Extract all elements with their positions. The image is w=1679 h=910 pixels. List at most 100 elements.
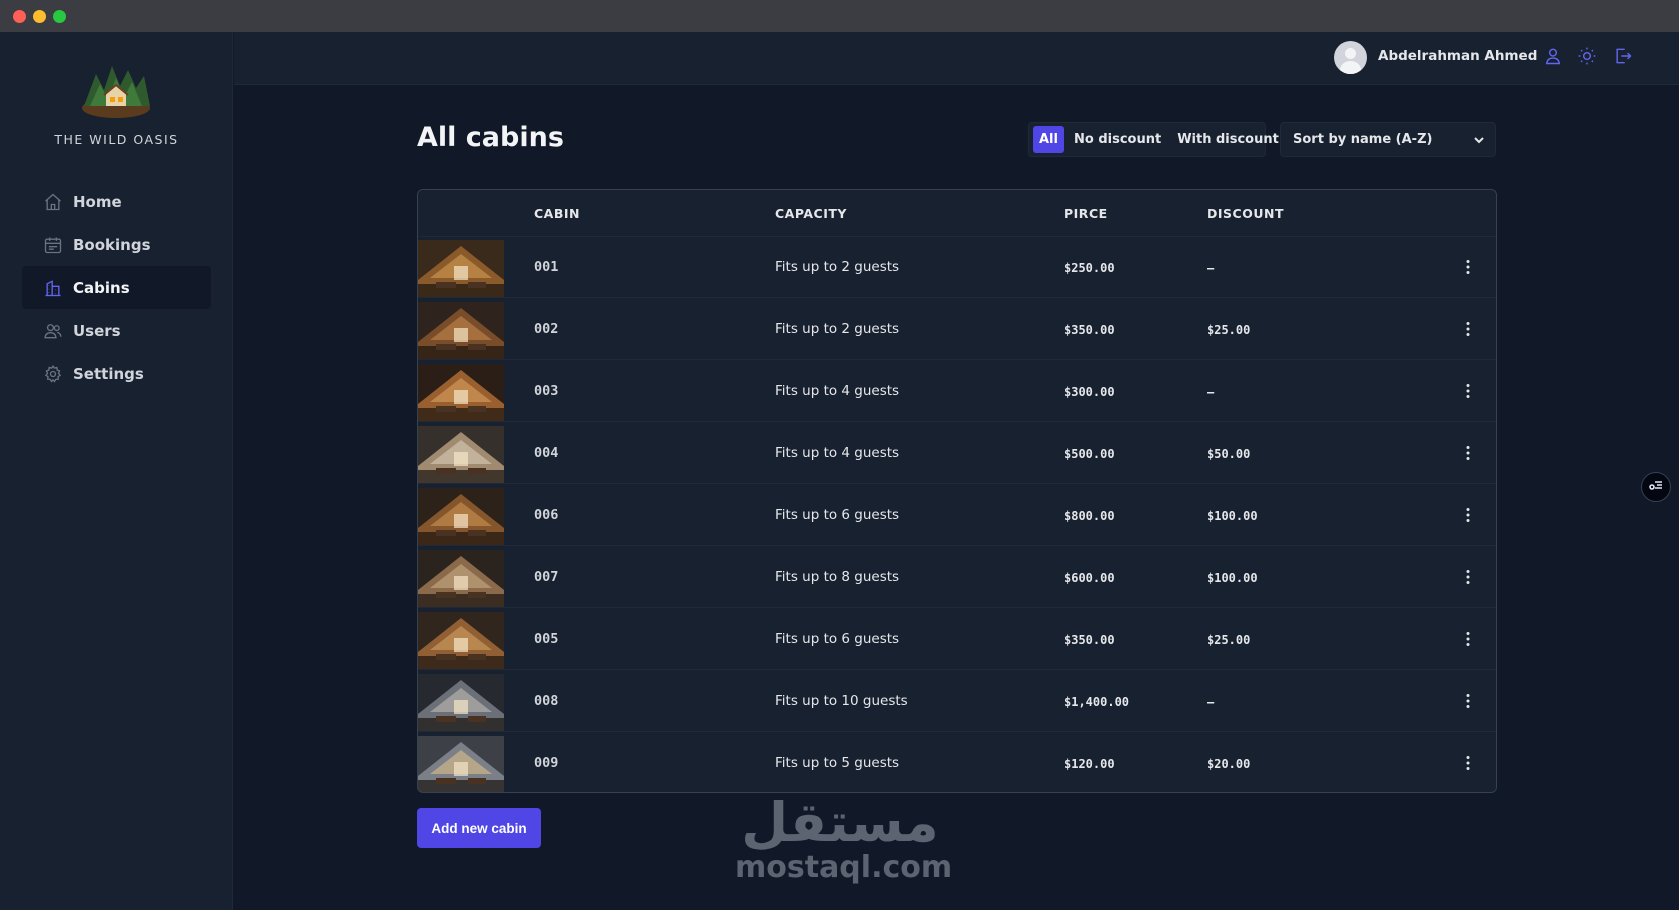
- cabin-image: [418, 736, 504, 792]
- cabin-image: [418, 364, 504, 421]
- cabin-image: [418, 612, 504, 669]
- cabin-discount: $20.00: [1207, 757, 1251, 771]
- kebab-icon: [1466, 384, 1470, 398]
- row-menu-button[interactable]: [1458, 505, 1478, 525]
- cabin-name: 008: [534, 693, 559, 709]
- kebab-icon: [1466, 446, 1470, 460]
- row-menu-button[interactable]: [1458, 443, 1478, 463]
- cabin-image: [418, 488, 504, 545]
- cabin-name: 009: [534, 755, 559, 771]
- cabin-image: [418, 302, 504, 359]
- cabin-discount: —: [1207, 695, 1215, 709]
- logout-icon[interactable]: [1613, 46, 1633, 66]
- sun-icon[interactable]: [1577, 46, 1597, 66]
- nav-item-label: Cabins: [73, 278, 130, 297]
- close-window-button[interactable]: [13, 10, 26, 23]
- cabin-name: 001: [534, 259, 559, 275]
- nav-item-users[interactable]: Users: [22, 309, 211, 352]
- cabin-image: [418, 674, 504, 731]
- row-menu-button[interactable]: [1458, 319, 1478, 339]
- nav-item-label: Bookings: [73, 235, 151, 254]
- row-menu-button[interactable]: [1458, 567, 1478, 587]
- cabin-price: $800.00: [1064, 509, 1115, 523]
- cabin-capacity: Fits up to 4 guests: [775, 383, 900, 399]
- filter-all-button[interactable]: All: [1033, 126, 1064, 153]
- cabin-name: 004: [534, 445, 559, 461]
- cabin-capacity: Fits up to 8 guests: [775, 569, 900, 585]
- home-icon: [43, 192, 63, 212]
- watermark-latin: mostaql.com: [735, 850, 953, 885]
- sort-select-value: Sort by name (A-Z): [1293, 132, 1433, 147]
- cabin-capacity: Fits up to 4 guests: [775, 445, 900, 461]
- table-row: 003 Fits up to 4 guests $300.00 —: [418, 361, 1496, 422]
- calendar-icon: [43, 235, 63, 255]
- cabins-table: CABIN CAPACITY PIRCE DISCOUNT 001 Fits up…: [417, 189, 1497, 793]
- row-menu-button[interactable]: [1458, 753, 1478, 773]
- buildings-icon: [43, 278, 63, 298]
- cabin-price: $300.00: [1064, 385, 1115, 399]
- cabin-name: 005: [534, 631, 559, 647]
- cabin-name: 007: [534, 569, 559, 585]
- table-row: 006 Fits up to 6 guests $800.00 $100.00: [418, 485, 1496, 546]
- maximize-window-button[interactable]: [53, 10, 66, 23]
- cabin-price: $250.00: [1064, 261, 1115, 275]
- cabin-discount: $50.00: [1207, 447, 1251, 461]
- cabin-discount: $25.00: [1207, 323, 1251, 337]
- brand-logo[interactable]: [76, 56, 156, 120]
- cabin-price: $500.00: [1064, 447, 1115, 461]
- row-menu-button[interactable]: [1458, 691, 1478, 711]
- minimize-window-button[interactable]: [33, 10, 46, 23]
- row-menu-button[interactable]: [1458, 629, 1478, 649]
- cabin-price: $600.00: [1064, 571, 1115, 585]
- column-header-price: PIRCE: [1064, 206, 1108, 221]
- table-header: CABIN CAPACITY PIRCE DISCOUNT: [418, 190, 1496, 237]
- nav-item-home[interactable]: Home: [22, 180, 211, 223]
- filter-no-discount-button[interactable]: No discount: [1068, 126, 1167, 153]
- cabin-capacity: Fits up to 5 guests: [775, 755, 900, 771]
- cabin-name: 003: [534, 383, 559, 399]
- nav-item-cabins[interactable]: Cabins: [22, 266, 211, 309]
- floating-tool-button[interactable]: [1641, 472, 1671, 502]
- cabin-capacity: Fits up to 6 guests: [775, 507, 900, 523]
- avatar[interactable]: [1334, 41, 1367, 74]
- cabin-price: $120.00: [1064, 757, 1115, 771]
- nav-item-bookings[interactable]: Bookings: [22, 223, 211, 266]
- table-row: 009 Fits up to 5 guests $120.00 $20.00: [418, 733, 1496, 792]
- sidebar: THE WILD OASIS Home Bookings Cabins User…: [0, 32, 233, 910]
- kebab-icon: [1466, 570, 1470, 584]
- cabin-capacity: Fits up to 2 guests: [775, 321, 900, 337]
- kebab-icon: [1466, 508, 1470, 522]
- nav-item-settings[interactable]: Settings: [22, 352, 211, 395]
- cabin-capacity: Fits up to 6 guests: [775, 631, 900, 647]
- watermark-arabic: مستقل: [741, 791, 939, 854]
- kebab-icon: [1466, 756, 1470, 770]
- users-icon: [43, 321, 63, 341]
- table-row: 001 Fits up to 2 guests $250.00 —: [418, 237, 1496, 298]
- sort-select[interactable]: Sort by name (A-Z): [1280, 122, 1496, 157]
- kebab-icon: [1466, 694, 1470, 708]
- page-title: All cabins: [417, 122, 564, 153]
- cabin-price: $350.00: [1064, 323, 1115, 337]
- discount-filter: All No discount With discount: [1028, 122, 1279, 157]
- app-window: THE WILD OASIS Home Bookings Cabins User…: [0, 0, 1679, 910]
- row-menu-button[interactable]: [1458, 381, 1478, 401]
- cabin-capacity: Fits up to 10 guests: [775, 693, 908, 709]
- cabin-image: [418, 550, 504, 607]
- main-nav: Home Bookings Cabins Users Settings: [22, 180, 211, 395]
- cabin-discount: $25.00: [1207, 633, 1251, 647]
- filter-with-discount-button[interactable]: With discount: [1171, 126, 1285, 153]
- cabin-discount: —: [1207, 385, 1215, 399]
- nav-item-label: Home: [73, 192, 122, 211]
- column-header-cabin: CABIN: [534, 206, 580, 221]
- kebab-icon: [1466, 632, 1470, 646]
- cabin-price: $1,400.00: [1064, 695, 1130, 709]
- kebab-icon: [1466, 322, 1470, 336]
- cabin-capacity: Fits up to 2 guests: [775, 259, 900, 275]
- cabin-price: $350.00: [1064, 633, 1115, 647]
- cabin-discount: —: [1207, 261, 1215, 275]
- row-menu-button[interactable]: [1458, 257, 1478, 277]
- watermark: مستقل mostaql.com: [735, 791, 953, 885]
- add-new-cabin-button[interactable]: Add new cabin: [417, 808, 541, 848]
- filter-lines-icon: [1648, 477, 1664, 497]
- user-icon[interactable]: [1543, 46, 1563, 66]
